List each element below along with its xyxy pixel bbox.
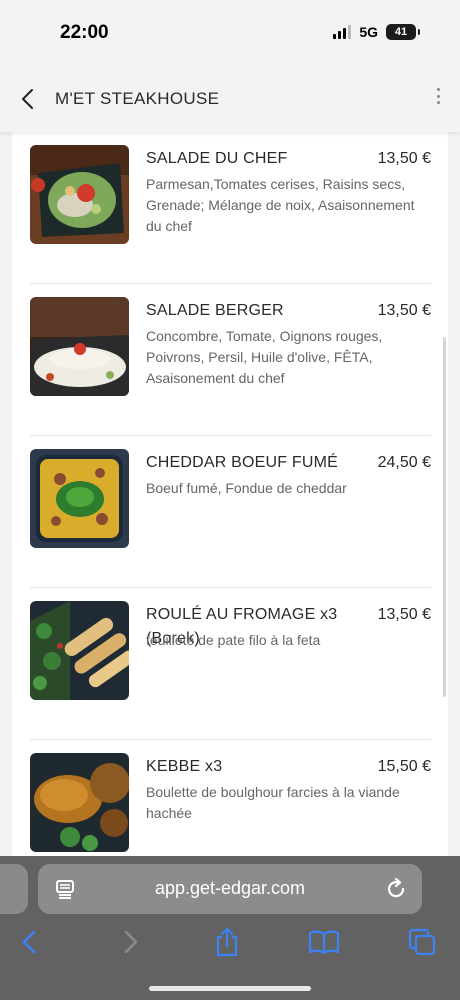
bookmarks-button[interactable] <box>308 926 340 958</box>
home-indicator <box>149 986 311 991</box>
chef-salad-image <box>30 145 129 244</box>
menu-list: SALADE DU CHEF 13,50 € Parmesan,Tomates … <box>12 132 448 856</box>
item-name: SALADE DU CHEF <box>146 150 288 167</box>
chevron-left-icon <box>22 930 36 954</box>
cheddar-beef-image <box>30 449 129 548</box>
back-nav-button[interactable] <box>14 926 46 958</box>
tabs-icon <box>408 928 436 956</box>
menu-item[interactable]: KEBBE x3 15,50 € Boulette de boulghour f… <box>12 740 448 856</box>
forward-nav-button[interactable] <box>114 926 146 958</box>
url-text: app.get-edgar.com <box>154 878 306 898</box>
tabs-button[interactable] <box>406 926 438 958</box>
status-indicators: 5G 41 <box>333 24 420 40</box>
item-description: Parmesan,Tomates cerises, Raisins secs, … <box>146 176 415 234</box>
kebbe-image <box>30 753 129 852</box>
item-description: Concombre, Tomate, Oignons rouges, Poivr… <box>146 328 383 386</box>
menu-item[interactable]: ROULÉ AU FROMAGE x3 (Borek) 13,50 € feui… <box>12 588 448 740</box>
signal-icon <box>333 25 352 39</box>
item-description: Boeuf fumé, Fondue de cheddar <box>146 480 347 496</box>
chevron-left-icon <box>22 89 33 109</box>
chevron-right-icon <box>124 930 138 954</box>
item-price: 15,50 € <box>377 758 431 775</box>
status-bar: 22:00 5G 41 <box>0 0 460 66</box>
item-price: 13,50 € <box>377 606 431 623</box>
battery-level: 41 <box>394 26 408 38</box>
item-description: Boulette de boulghour farcies à la viand… <box>146 784 400 821</box>
shepherd-salad-image <box>30 297 129 396</box>
back-button[interactable] <box>16 86 42 112</box>
item-name: CHEDDAR BOEUF FUMÉ <box>146 454 339 471</box>
network-type: 5G <box>359 24 378 40</box>
item-price: 13,50 € <box>377 302 431 319</box>
browser-toolbar: app.get-edgar.com <box>0 856 460 1000</box>
more-options-button[interactable] <box>432 86 444 106</box>
previous-tab-preview[interactable] <box>0 864 28 914</box>
reload-icon[interactable] <box>384 877 408 901</box>
app-header: M'ET STEAKHOUSE <box>0 66 460 132</box>
scrollbar[interactable] <box>443 337 446 697</box>
menu-item[interactable]: SALADE BERGER 13,50 € Concombre, Tomate,… <box>12 284 448 436</box>
book-icon <box>308 930 340 955</box>
more-dot <box>436 101 440 104</box>
item-name: SALADE BERGER <box>146 302 284 319</box>
more-dot <box>436 94 440 98</box>
browser-nav-bar <box>0 922 460 962</box>
menu-item[interactable]: SALADE DU CHEF 13,50 € Parmesan,Tomates … <box>12 132 448 284</box>
item-price: 24,50 € <box>377 454 431 471</box>
page-title: M'ET STEAKHOUSE <box>55 89 220 108</box>
item-price: 13,50 € <box>377 150 431 167</box>
status-time: 22:00 <box>60 22 109 43</box>
item-description: feuilleté de pate filo à la feta <box>146 632 321 648</box>
menu-item[interactable]: CHEDDAR BOEUF FUMÉ 24,50 € Boeuf fumé, F… <box>12 436 448 588</box>
address-bar[interactable]: app.get-edgar.com <box>38 864 422 914</box>
item-name: KEBBE x3 <box>146 758 223 775</box>
more-dot <box>436 88 440 91</box>
share-button[interactable] <box>211 926 243 958</box>
share-icon <box>216 927 238 957</box>
battery-icon: 41 <box>386 24 420 40</box>
cheese-roll-image <box>30 601 129 700</box>
